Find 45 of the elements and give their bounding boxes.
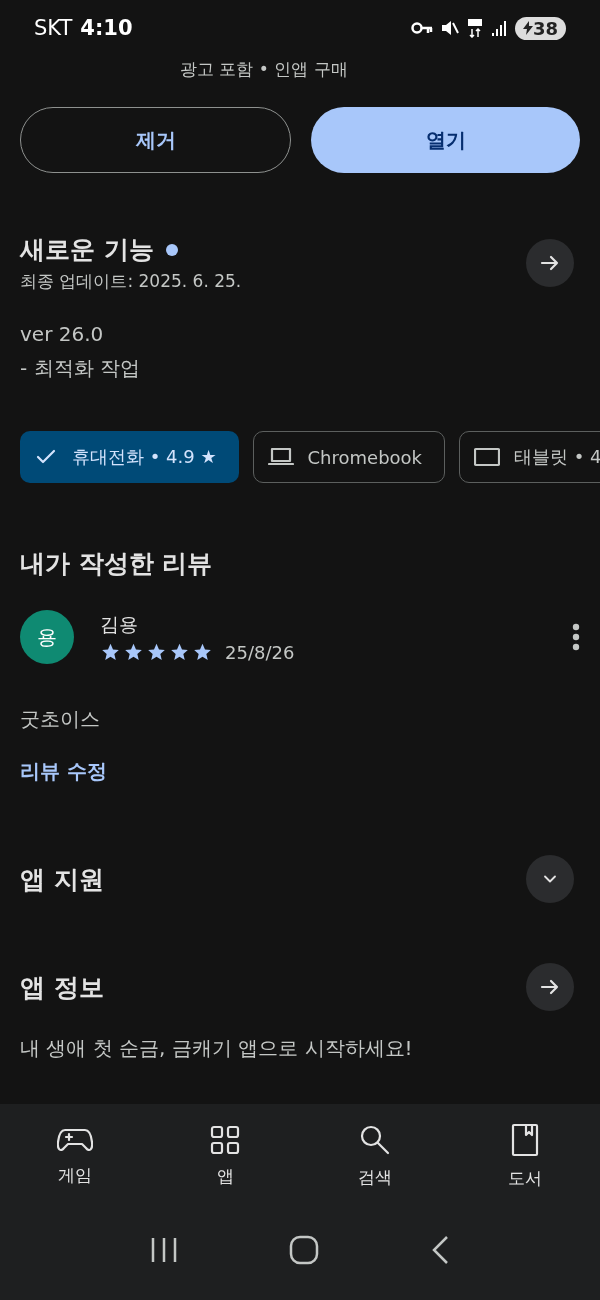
open-button[interactable]: 열기: [311, 107, 580, 173]
device-chip[interactable]: 태블릿 • 4: [459, 431, 600, 483]
lte-icon: [466, 18, 483, 38]
search-icon: [359, 1123, 391, 1156]
version-text: ver 26.0: [20, 321, 105, 348]
section-title: 새로운 기능: [20, 234, 154, 266]
recent-apps-button[interactable]: [149, 1236, 179, 1264]
carrier-time: SKT 4:10: [34, 16, 133, 40]
review-date: 25/8/26: [225, 641, 295, 663]
arrow-button[interactable]: [526, 963, 574, 1011]
app-description: 내 생애 첫 순금, 금캐기 앱으로 시작하세요!: [20, 1036, 413, 1060]
device-chip[interactable]: 휴대전화 • 4.9 ★: [20, 431, 239, 483]
star-icon: [123, 642, 144, 662]
new-dot: [165, 243, 178, 256]
device-chip[interactable]: Chromebook: [252, 431, 446, 483]
home-button[interactable]: [289, 1235, 319, 1265]
update-date: 최종 업데이트: 2025. 6. 25.: [20, 270, 242, 293]
mute-icon: [440, 19, 459, 37]
nav-tab[interactable]: 앱: [175, 1123, 275, 1189]
book-icon: [511, 1122, 539, 1157]
star-icon: [192, 642, 213, 662]
grid-icon: [210, 1124, 240, 1155]
star-icon: [169, 642, 190, 662]
user-avatar: 용: [20, 610, 74, 664]
section-title: 앱 지원: [20, 863, 104, 896]
battery-level: 38: [514, 16, 566, 40]
laptop-icon: [267, 446, 294, 468]
more-icon[interactable]: [572, 623, 580, 651]
key-icon: [410, 21, 433, 35]
edit-review-link[interactable]: 리뷰 수정: [0, 758, 127, 785]
tablet-icon: [474, 447, 501, 467]
nav-tab[interactable]: 게임: [25, 1124, 125, 1188]
app-meta: 광고 포함 • 인앱 구매: [179, 58, 349, 81]
section-title: 앱 정보: [20, 971, 104, 1004]
arrow-button[interactable]: [526, 239, 574, 287]
review-text: 굿초이스: [20, 707, 100, 731]
nav-tab[interactable]: 도서: [475, 1121, 575, 1191]
signal-icon: [490, 19, 507, 37]
star-icon: [100, 642, 121, 662]
nav-tab[interactable]: 검색: [325, 1122, 425, 1190]
bolt-icon: [522, 20, 533, 35]
section-title: 내가 작성한 리뷰: [20, 548, 213, 580]
review-author: 김용: [100, 611, 139, 637]
star-icon: [146, 642, 167, 662]
release-notes: - 최적화 작업: [20, 355, 141, 382]
